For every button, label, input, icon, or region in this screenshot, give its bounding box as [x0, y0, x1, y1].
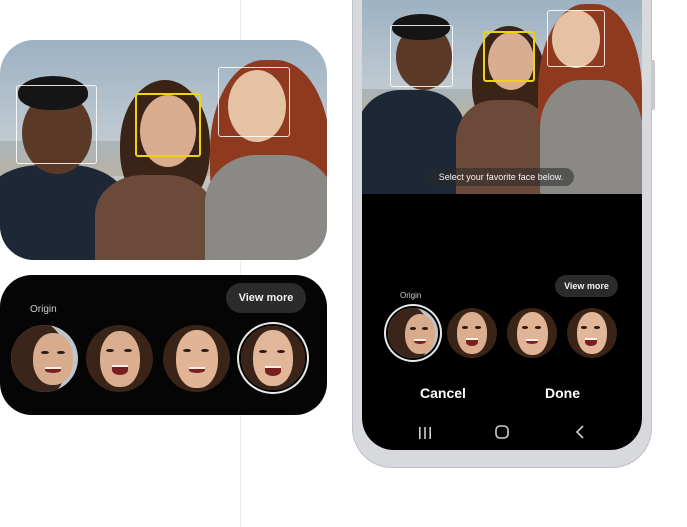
home-icon[interactable]	[495, 425, 509, 439]
recents-icon[interactable]	[418, 426, 432, 439]
phone-face-box-selected[interactable]	[483, 31, 535, 82]
cancel-button[interactable]: Cancel	[420, 385, 466, 401]
phone-view-more-button[interactable]: View more	[555, 275, 618, 297]
face-box-selected[interactable]	[135, 93, 201, 157]
phone-face-box-right[interactable]	[547, 10, 605, 67]
zoomed-photo	[0, 40, 327, 260]
view-more-button[interactable]: View more	[226, 283, 306, 313]
origin-label: Origin	[30, 304, 57, 315]
navigation-bar	[362, 420, 642, 448]
instruction-toast: Select your favorite face below.	[428, 168, 574, 186]
face-box-man[interactable]	[16, 85, 97, 164]
face-thumb-1[interactable]	[86, 325, 153, 392]
side-button	[651, 60, 655, 110]
phone-face-thumb-1[interactable]	[447, 308, 497, 358]
phone-face-thumb-origin[interactable]	[388, 308, 438, 358]
face-thumb-2[interactable]	[163, 325, 230, 392]
zoomed-face-picker: Origin View more	[0, 275, 327, 415]
group-photo	[0, 40, 327, 260]
face-box-right-woman[interactable]	[218, 67, 290, 137]
phone-origin-label: Origin	[400, 291, 422, 300]
stage: Origin View more Select your favorite fa…	[0, 0, 687, 527]
phone-photo	[362, 0, 642, 194]
phone-face-thumb-2[interactable]	[507, 308, 557, 358]
face-thumb-origin[interactable]	[11, 325, 78, 392]
phone-face-box-man[interactable]	[390, 25, 453, 87]
phone-face-thumb-3[interactable]	[567, 308, 617, 358]
face-thumb-selected[interactable]	[241, 326, 305, 390]
back-icon[interactable]	[575, 425, 585, 439]
done-button[interactable]: Done	[545, 385, 580, 401]
